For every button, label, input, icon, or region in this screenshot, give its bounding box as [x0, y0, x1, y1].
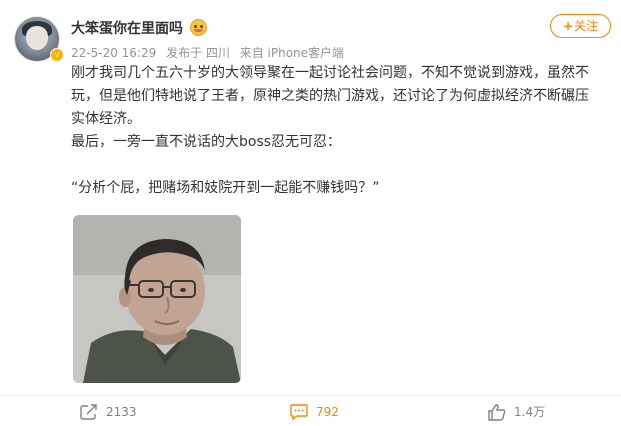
comment-count: 792 — [316, 405, 339, 419]
thumbs-up-icon — [488, 403, 506, 421]
post-quote: “分析个屁，把赌场和妓院开到一起能不赚钱吗？” — [71, 180, 380, 196]
like-count: 1.4万 — [514, 405, 546, 419]
plus-icon: + — [562, 19, 574, 33]
repost-count: 2133 — [106, 405, 137, 419]
author-name[interactable]: 大笨蛋你在里面吗 — [71, 18, 183, 38]
like-button[interactable]: 1.4万 — [488, 402, 545, 422]
action-divider — [0, 395, 621, 396]
comment-icon — [290, 404, 308, 420]
post-content: 刚才我司几个五六十岁的大领导聚在一起讨论社会问题，不知不觉说到游戏，虽然不玩，但… — [71, 62, 601, 200]
follow-button[interactable]: +关注 — [550, 14, 611, 38]
avatar-face — [26, 26, 48, 50]
post-paragraph: 最后，一旁一直不说话的大boss忍无可忍： — [71, 134, 342, 150]
post-time[interactable]: 22-5-20 16:29 — [71, 46, 156, 60]
repost-button[interactable]: 2133 — [80, 402, 137, 422]
share-icon — [80, 404, 97, 420]
post-image[interactable] — [73, 215, 241, 383]
follow-button-label: 关注 — [574, 19, 599, 33]
post-source: 来自 iPhone客户端 — [239, 46, 345, 60]
man-photo — [73, 215, 241, 383]
blush-emoji-icon — [190, 19, 207, 36]
post-paragraph: 刚才我司几个五六十岁的大领导聚在一起讨论社会问题，不知不觉说到游戏，虽然不玩，但… — [71, 65, 589, 127]
verified-badge-icon: v — [50, 48, 64, 62]
post-location: 发布于 四川 — [166, 46, 230, 60]
comment-button[interactable]: 792 — [290, 402, 339, 422]
post-meta: 22-5-20 16:29 发布于 四川 来自 iPhone客户端 — [71, 44, 350, 61]
